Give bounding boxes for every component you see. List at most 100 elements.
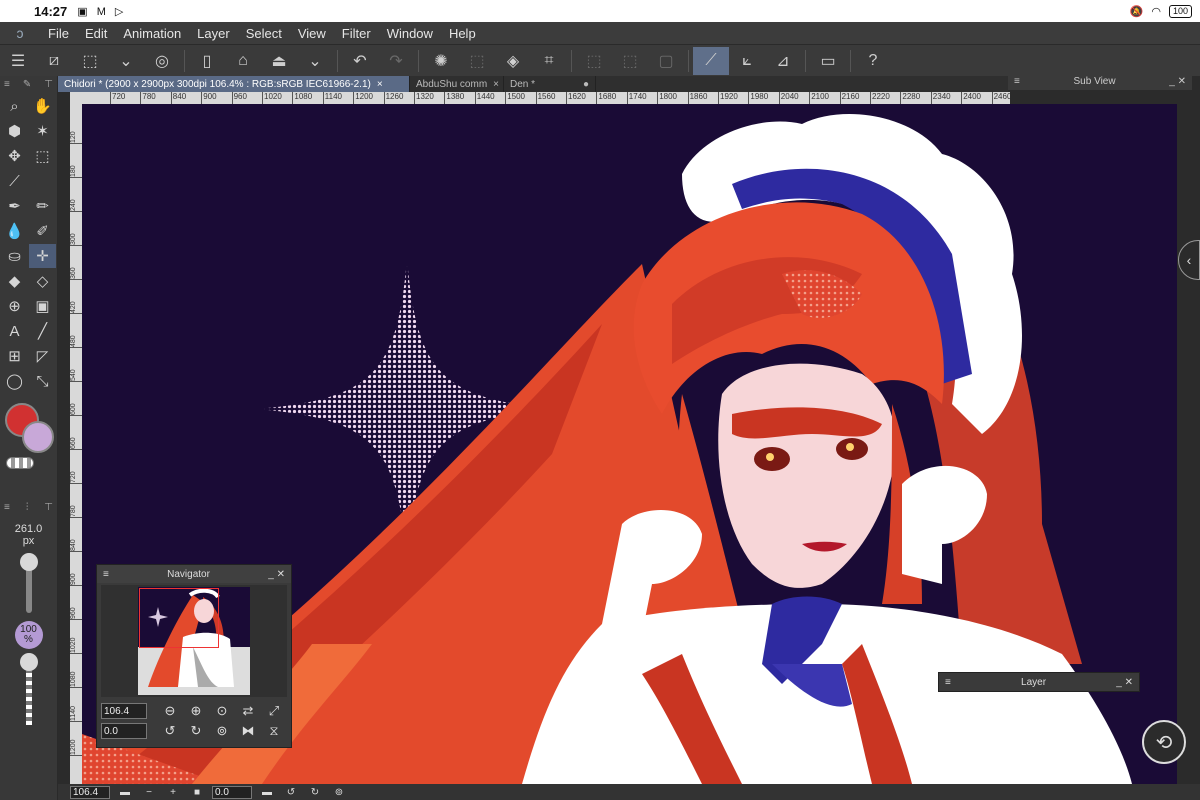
grip-icon[interactable]: ≡ xyxy=(4,79,10,90)
text-tool-icon[interactable]: A xyxy=(1,319,28,343)
menu-edit[interactable]: Edit xyxy=(77,26,115,41)
menu-animation[interactable]: Animation xyxy=(115,26,189,41)
pattern-tool-icon[interactable]: ⊕ xyxy=(1,294,28,318)
menu-window[interactable]: Window xyxy=(379,26,441,41)
zoom-out-icon[interactable]: ⊖ xyxy=(159,701,181,721)
menu-layer[interactable]: Layer xyxy=(189,26,238,41)
zoom-out-icon[interactable]: − xyxy=(140,787,158,798)
zoom-tool-icon[interactable]: ⌕ xyxy=(1,94,28,118)
object-tool-icon[interactable]: ⬢ xyxy=(1,119,28,143)
navigator-view-frame[interactable] xyxy=(139,588,219,648)
eyedropper-icon[interactable]: ⟋ xyxy=(1,169,28,193)
selection-launcher-icon[interactable]: ▢ xyxy=(648,47,684,75)
rotate-left-icon[interactable]: ↺ xyxy=(159,721,181,741)
zoom-in-icon[interactable]: ⊕ xyxy=(185,701,207,721)
slider-knob[interactable] xyxy=(19,553,38,571)
navigator-preview[interactable] xyxy=(101,585,287,697)
balloon-tool-icon[interactable]: ◯ xyxy=(1,369,28,393)
slider-knob[interactable] xyxy=(19,653,38,671)
selection-tool-icon[interactable]: ⬚ xyxy=(29,144,56,168)
menu-icon[interactable]: ⊤ xyxy=(44,502,53,513)
fill-tool-icon[interactable]: ◆ xyxy=(1,269,28,293)
rotate-left-icon[interactable]: ↺ xyxy=(282,787,300,798)
gradient-tool-icon[interactable]: ▣ xyxy=(29,294,56,318)
flip-vertical-icon[interactable]: ⧖ xyxy=(263,721,285,741)
clear-selection-icon[interactable]: ⬚ xyxy=(459,47,495,75)
brush-size-slider[interactable] xyxy=(19,553,38,613)
eraser-tool-icon[interactable]: ◇ xyxy=(29,269,56,293)
reset-rotation-icon[interactable]: ⊚ xyxy=(211,721,233,741)
menu-icon[interactable]: ⊤ xyxy=(44,79,53,90)
brush-tool-icon[interactable]: 💧 xyxy=(1,219,28,243)
fit-to-window-icon[interactable]: ⇄ xyxy=(237,701,259,721)
menu-file[interactable]: File xyxy=(40,26,77,41)
chevron-down-icon[interactable]: ⌄ xyxy=(108,47,144,75)
zoom-field[interactable]: 106.4 xyxy=(70,785,110,799)
redo-icon[interactable]: ↷ xyxy=(378,47,414,75)
menu-select[interactable]: Select xyxy=(238,26,290,41)
fill-icon[interactable]: ◈ xyxy=(495,47,531,75)
hand-tool-icon[interactable]: ✋ xyxy=(29,94,56,118)
ruler-tool-icon[interactable]: ◸ xyxy=(29,344,56,368)
transparent-color-swatch[interactable] xyxy=(6,457,34,469)
pen-tool-icon[interactable]: ✒ xyxy=(1,194,28,218)
decoration-tool-icon[interactable]: ⛀ xyxy=(1,244,28,268)
zoom-field[interactable]: 106.4 xyxy=(101,703,147,719)
collapse-panel-handle[interactable]: ‹ xyxy=(1178,240,1200,280)
new-file-icon[interactable]: ▯ xyxy=(189,47,225,75)
snap-ruler-icon[interactable]: ⟋ xyxy=(693,46,729,75)
stop-icon[interactable]: ■ xyxy=(188,787,206,798)
transform-icon[interactable]: ⬚ xyxy=(72,47,108,75)
snap-grid-icon[interactable]: ⊿ xyxy=(765,47,801,75)
rotate-right-icon[interactable]: ↻ xyxy=(306,787,324,798)
airbrush-tool-icon[interactable]: ✐ xyxy=(29,219,56,243)
grip-icon[interactable]: ≡ xyxy=(4,502,10,513)
line-tool-icon[interactable]: ╱ xyxy=(29,319,56,343)
blend-tool-icon[interactable]: ✛ xyxy=(29,244,56,268)
tab-abdushu[interactable]: AbduShu comm × xyxy=(410,76,504,92)
menu-view[interactable]: View xyxy=(290,26,334,41)
crop-icon[interactable]: ⌗ xyxy=(531,47,567,75)
app-logo-icon[interactable]: ↄ xyxy=(0,25,40,41)
rotation-slider-icon[interactable]: ▬ xyxy=(258,787,276,798)
invert-selection-icon[interactable]: ⬚ xyxy=(612,47,648,75)
reset-rotation-icon[interactable]: ⊚ xyxy=(330,787,348,798)
opacity-slider[interactable] xyxy=(19,653,38,725)
rotate-right-icon[interactable]: ↻ xyxy=(185,721,207,741)
move-tool-icon[interactable]: ✥ xyxy=(1,144,28,168)
canvas-resize-icon[interactable]: ⧄ xyxy=(36,47,72,75)
close-icon[interactable]: × xyxy=(493,79,499,90)
flip-horizontal-icon[interactable]: ⧓ xyxy=(237,721,259,741)
hamburger-menu-icon[interactable]: ☰ xyxy=(0,47,36,75)
menu-filter[interactable]: Filter xyxy=(334,26,379,41)
unsaved-dot-icon[interactable]: ● xyxy=(583,79,589,90)
tab-chidori[interactable]: Chidori * (2900 x 2900px 300dpi 106.4% :… xyxy=(58,76,410,92)
rotation-field[interactable]: 0.0 xyxy=(101,723,147,739)
close-icon[interactable]: × xyxy=(377,79,383,90)
fit-navigator-icon[interactable]: ⤢ xyxy=(263,701,285,721)
chevron-down-icon[interactable]: ⌄ xyxy=(297,47,333,75)
pencil-tool-icon[interactable]: ✏ xyxy=(29,194,56,218)
companion-icon[interactable]: ◎ xyxy=(144,47,180,75)
minimize-icon[interactable]: _ xyxy=(268,569,276,580)
deselect-icon[interactable]: ⬚ xyxy=(576,47,612,75)
zoom-slider-icon[interactable]: ▬ xyxy=(116,787,134,798)
zoom-in-icon[interactable]: + xyxy=(164,787,182,798)
close-icon[interactable]: ✕ xyxy=(1178,76,1186,87)
minimize-icon[interactable]: _ xyxy=(1116,677,1124,688)
sub-color-swatch[interactable] xyxy=(22,421,54,453)
auto-select-icon[interactable]: ✶ xyxy=(29,119,56,143)
tab-den[interactable]: Den * ● xyxy=(504,76,596,92)
open-folder-icon[interactable]: ⌂ xyxy=(225,47,261,75)
snap-special-ruler-icon[interactable]: ⟀ xyxy=(729,47,765,75)
menu-help[interactable]: Help xyxy=(441,26,484,41)
close-icon[interactable]: ✕ xyxy=(1125,677,1133,688)
rotate-canvas-button[interactable]: ⟲ xyxy=(1142,720,1186,764)
undo-icon[interactable]: ↶ xyxy=(342,47,378,75)
close-icon[interactable]: ✕ xyxy=(277,569,285,580)
correct-line-tool-icon[interactable]: ⤡ xyxy=(29,369,56,393)
help-icon[interactable]: ? xyxy=(855,47,891,75)
actual-size-icon[interactable]: ⊙ xyxy=(211,701,233,721)
save-icon[interactable]: ⏏ xyxy=(261,47,297,75)
rotation-field[interactable]: 0.0 xyxy=(212,785,252,799)
